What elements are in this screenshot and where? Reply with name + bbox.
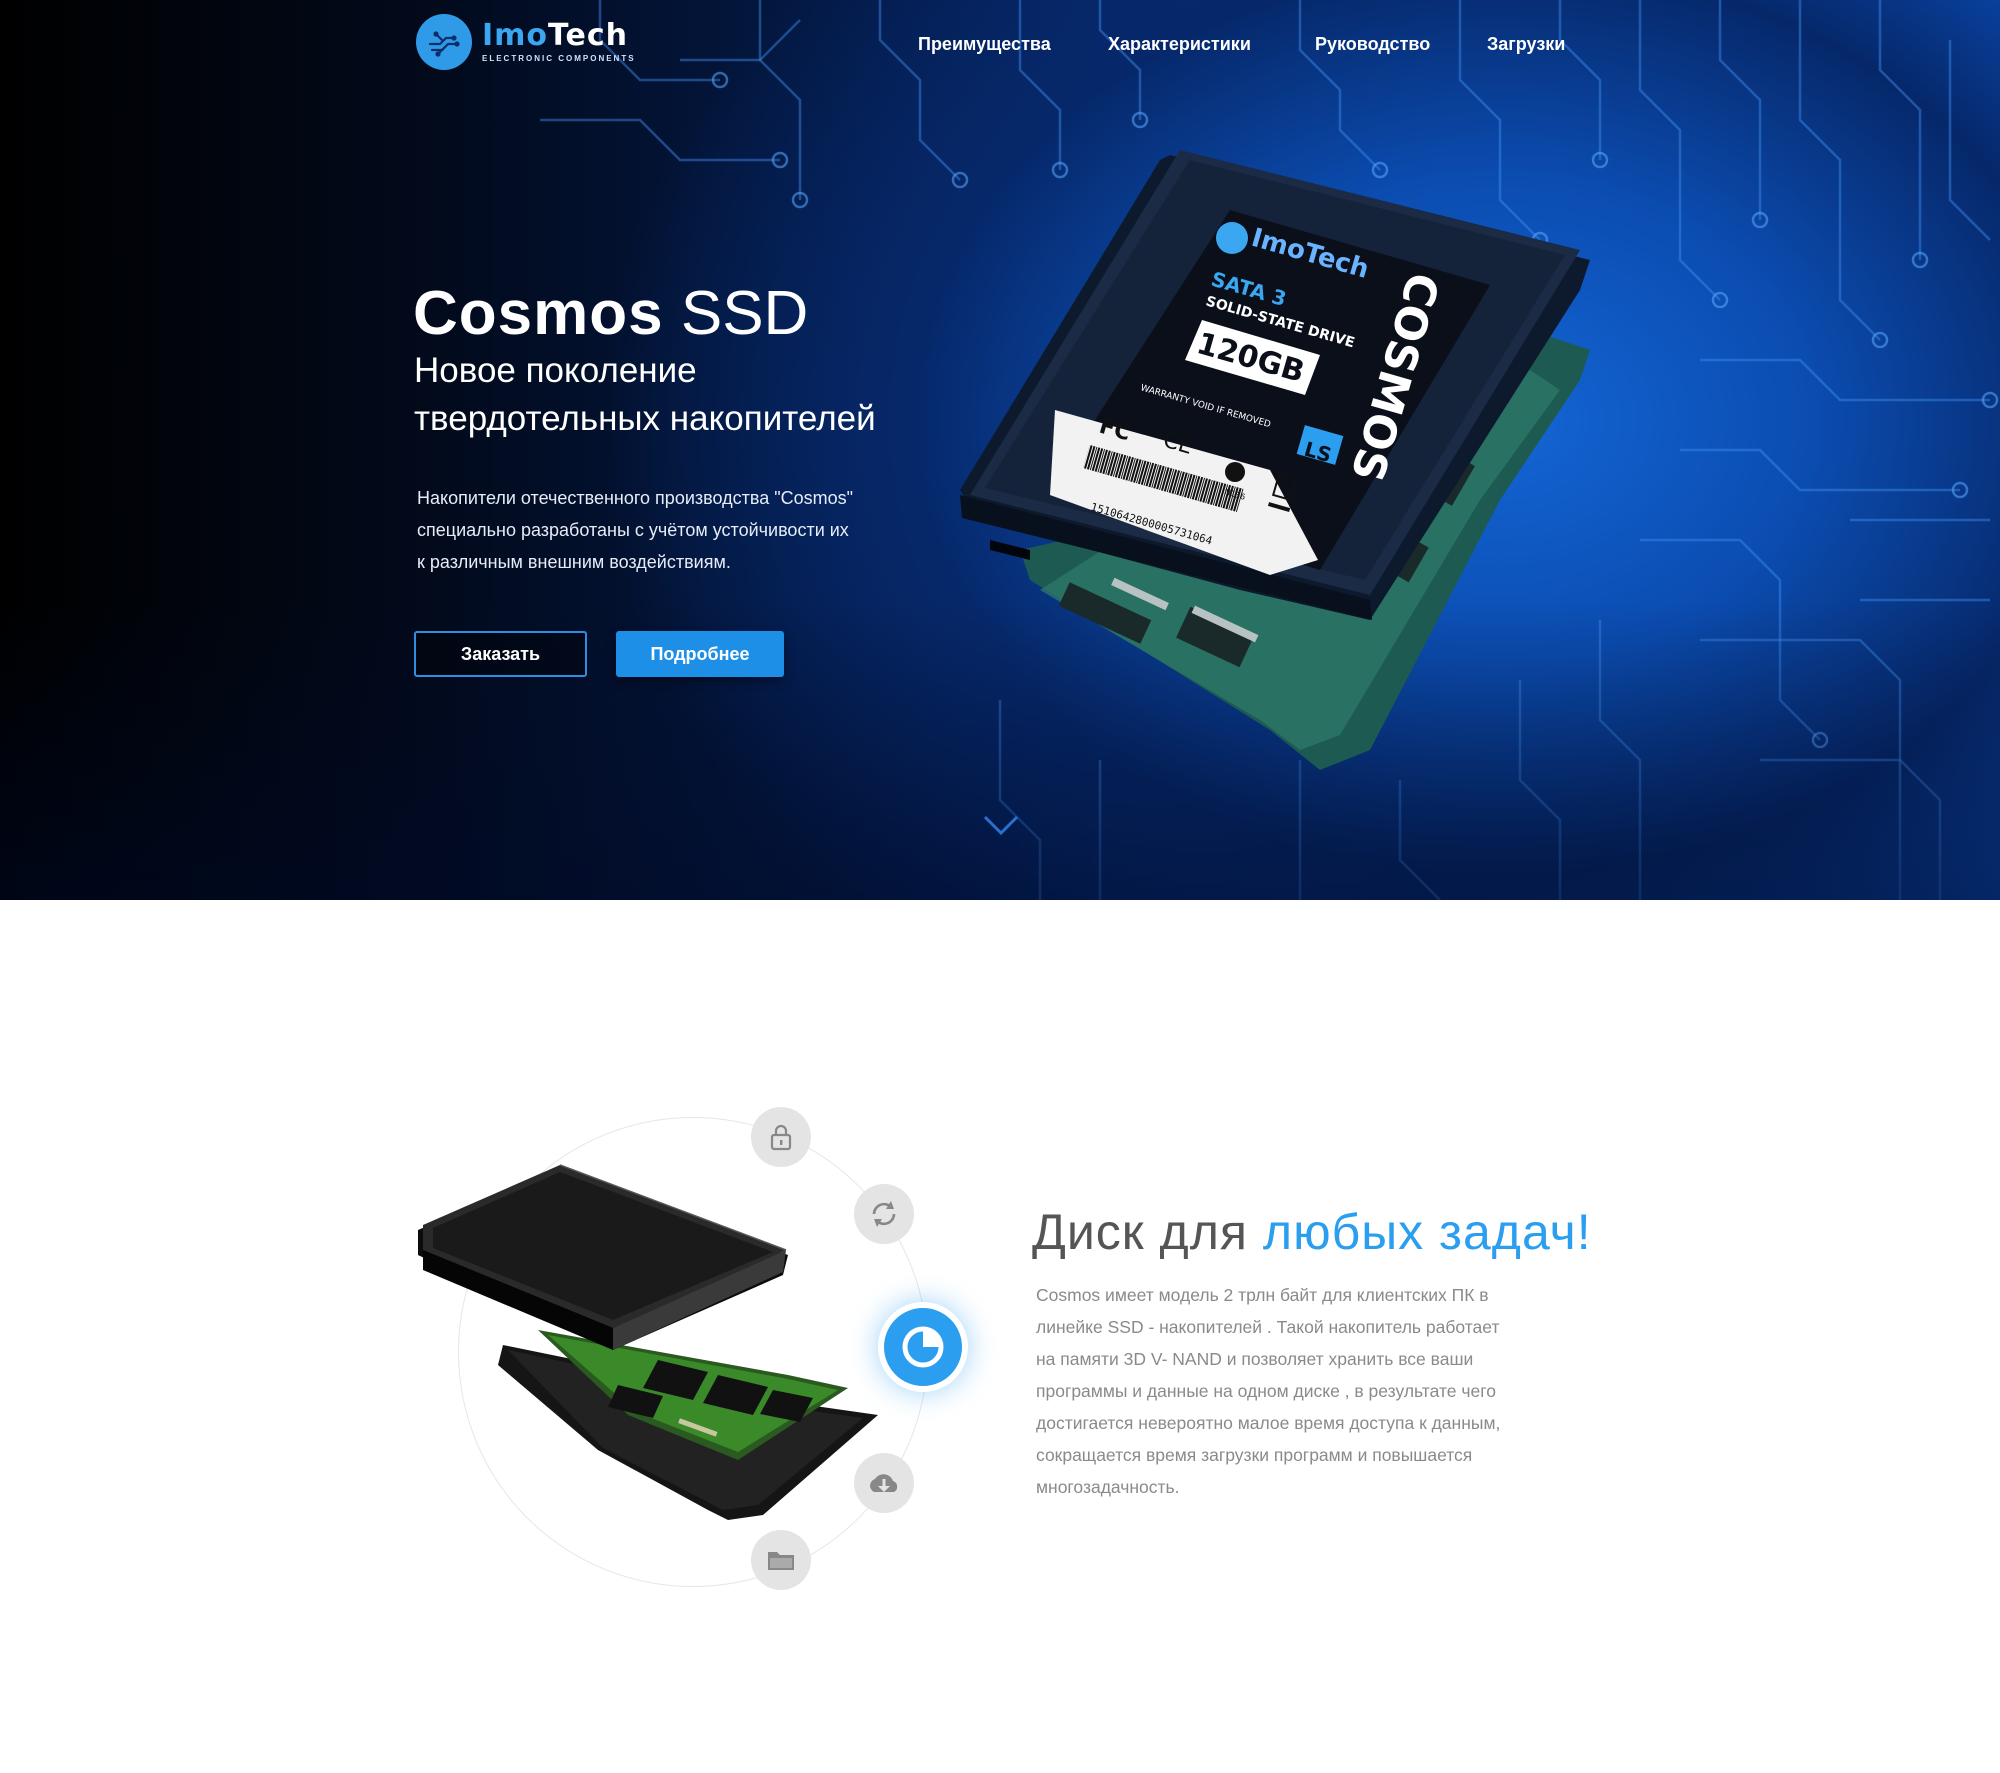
feature-description-line: достигается невероятно малое время досту… xyxy=(1036,1413,1501,1433)
hero-subtitle-line: твердотельных накопителей xyxy=(414,399,876,438)
feature-description-line: на памяти 3D V- NAND и позволяет хранить… xyxy=(1036,1349,1474,1369)
hero-subtitle: Новое поколение твердотельных накопителе… xyxy=(414,347,876,443)
hero-description: Накопители отечественного производства "… xyxy=(417,482,853,578)
logo-circuit-icon xyxy=(416,14,472,70)
hero-title-bold: Cosmos xyxy=(413,279,664,348)
hero-description-line: к различным внешним воздействиям. xyxy=(417,552,731,572)
nav-item-advantages[interactable]: Преимущества xyxy=(918,34,1051,55)
nav-item-downloads[interactable]: Загрузки xyxy=(1487,34,1565,55)
nav-item-manual[interactable]: Руководство xyxy=(1315,34,1430,55)
ssd-product-image: ImoTech SATA 3 SOLID-STATE DRIVE 120GB C… xyxy=(960,150,1590,770)
brand-logo[interactable]: ImoTech ELECTRONIC COMPONENTS xyxy=(416,14,636,70)
label-c-tick-icon xyxy=(1225,462,1245,482)
nav-item-specifications[interactable]: Характеристики xyxy=(1108,34,1251,55)
ssd-exploded-image xyxy=(418,1164,878,1520)
hero-subtitle-line: Новое поколение xyxy=(414,351,697,390)
cloud-download-icon[interactable] xyxy=(854,1453,914,1513)
logo-name: ImoTech xyxy=(482,21,636,51)
more-info-button[interactable]: Подробнее xyxy=(616,631,784,677)
feature-title-part1: Диск для xyxy=(1032,1204,1248,1260)
hero-description-line: специально разработаны с учётом устойчив… xyxy=(417,520,849,540)
order-button[interactable]: Заказать xyxy=(414,631,587,677)
hero-title: Cosmos SSD xyxy=(413,278,808,349)
folder-icon[interactable] xyxy=(751,1530,811,1590)
hero-section: ImoTech ELECTRONIC COMPONENTS Преимущест… xyxy=(0,0,2000,900)
feature-description-line: сокращается время загрузки программ и по… xyxy=(1036,1445,1473,1465)
feature-description-line: Cosmos имеет модель 2 трлн байт для клие… xyxy=(1036,1285,1489,1305)
hero-title-light: SSD xyxy=(680,279,809,348)
logo-name-part1: Imo xyxy=(482,18,549,53)
label-logo-icon xyxy=(1216,222,1248,254)
logo-name-part2: Tech xyxy=(548,18,629,53)
logo-tagline: ELECTRONIC COMPONENTS xyxy=(482,54,636,63)
feature-description-line: программы и данные на одном диске , в ре… xyxy=(1036,1381,1496,1401)
feature-title: Диск для любых задач! xyxy=(1032,1203,1592,1261)
feature-description-line: многозадачность. xyxy=(1036,1477,1180,1497)
refresh-icon[interactable] xyxy=(854,1184,914,1244)
scroll-down-chevron-icon[interactable] xyxy=(983,815,1019,837)
pie-chart-icon[interactable] xyxy=(878,1302,968,1392)
feature-description: Cosmos имеет модель 2 трлн байт для клие… xyxy=(1036,1279,1556,1503)
hero-description-line: Накопители отечественного производства "… xyxy=(417,488,854,508)
feature-description-line: линейке SSD - накопителей . Такой накопи… xyxy=(1036,1317,1500,1337)
logo-wordmark: ImoTech ELECTRONIC COMPONENTS xyxy=(482,21,636,63)
feature-title-highlight: любых задач! xyxy=(1262,1204,1592,1260)
lock-icon[interactable] xyxy=(751,1107,811,1167)
